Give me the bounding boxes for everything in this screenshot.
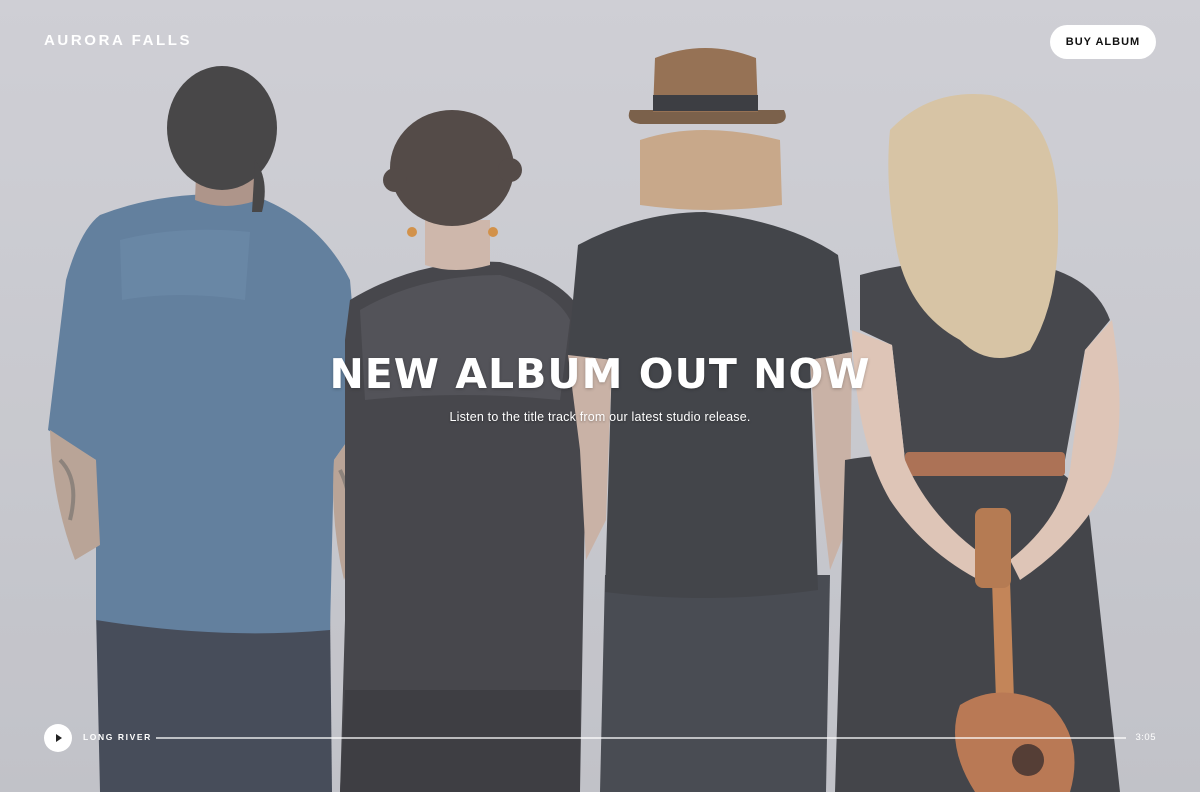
- hero-subtitle: Listen to the title track from our lates…: [449, 410, 751, 424]
- track-title: LONG RIVER: [83, 732, 152, 742]
- progress-bar[interactable]: [156, 737, 1126, 739]
- hero-section: AURORA FALLS BUY ALBUM NEW ALBUM OUT NOW…: [0, 0, 1200, 792]
- buy-album-button[interactable]: BUY ALBUM: [1050, 25, 1156, 59]
- brand-logo[interactable]: AURORA FALLS: [44, 32, 192, 49]
- hero-headline: NEW ALBUM OUT NOW: [329, 350, 871, 398]
- track-duration: 3:05: [1135, 732, 1156, 743]
- play-icon: [56, 734, 62, 742]
- play-button[interactable]: [44, 724, 72, 752]
- audio-player: LONG RIVER 3:05: [44, 724, 1156, 752]
